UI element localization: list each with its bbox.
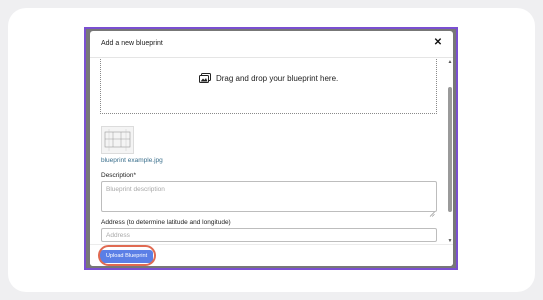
scrollbar-thumb[interactable] xyxy=(448,87,452,212)
description-label: Description* xyxy=(101,172,137,179)
description-field[interactable] xyxy=(101,181,437,212)
upload-button-highlight xyxy=(98,245,156,266)
resize-grip-icon[interactable] xyxy=(429,204,435,217)
address-label: Address (to determine latitude and longi… xyxy=(101,219,231,226)
address-field[interactable] xyxy=(101,228,437,242)
scroll-up-icon[interactable]: ▲ xyxy=(447,59,453,65)
image-gallery-icon xyxy=(198,73,211,85)
modal-body: Drag and drop your blueprint here. bluep… xyxy=(90,59,447,244)
blueprint-dropzone[interactable]: Drag and drop your blueprint here. xyxy=(100,59,437,114)
dropzone-label: Drag and drop your blueprint here. xyxy=(215,74,339,84)
modal-scrollbar[interactable]: ▲ ▼ xyxy=(447,59,453,244)
dropzone-content: Drag and drop your blueprint here. xyxy=(101,73,436,85)
add-blueprint-modal: Add a new blueprint ✕ Drag and drop your… xyxy=(90,31,453,266)
close-icon[interactable]: ✕ xyxy=(432,37,444,49)
blueprint-filename: blueprint example.jpg xyxy=(101,157,163,164)
modal-title: Add a new blueprint xyxy=(101,40,163,47)
blueprint-thumbnail xyxy=(101,126,134,154)
modal-header: Add a new blueprint ✕ xyxy=(90,31,453,58)
